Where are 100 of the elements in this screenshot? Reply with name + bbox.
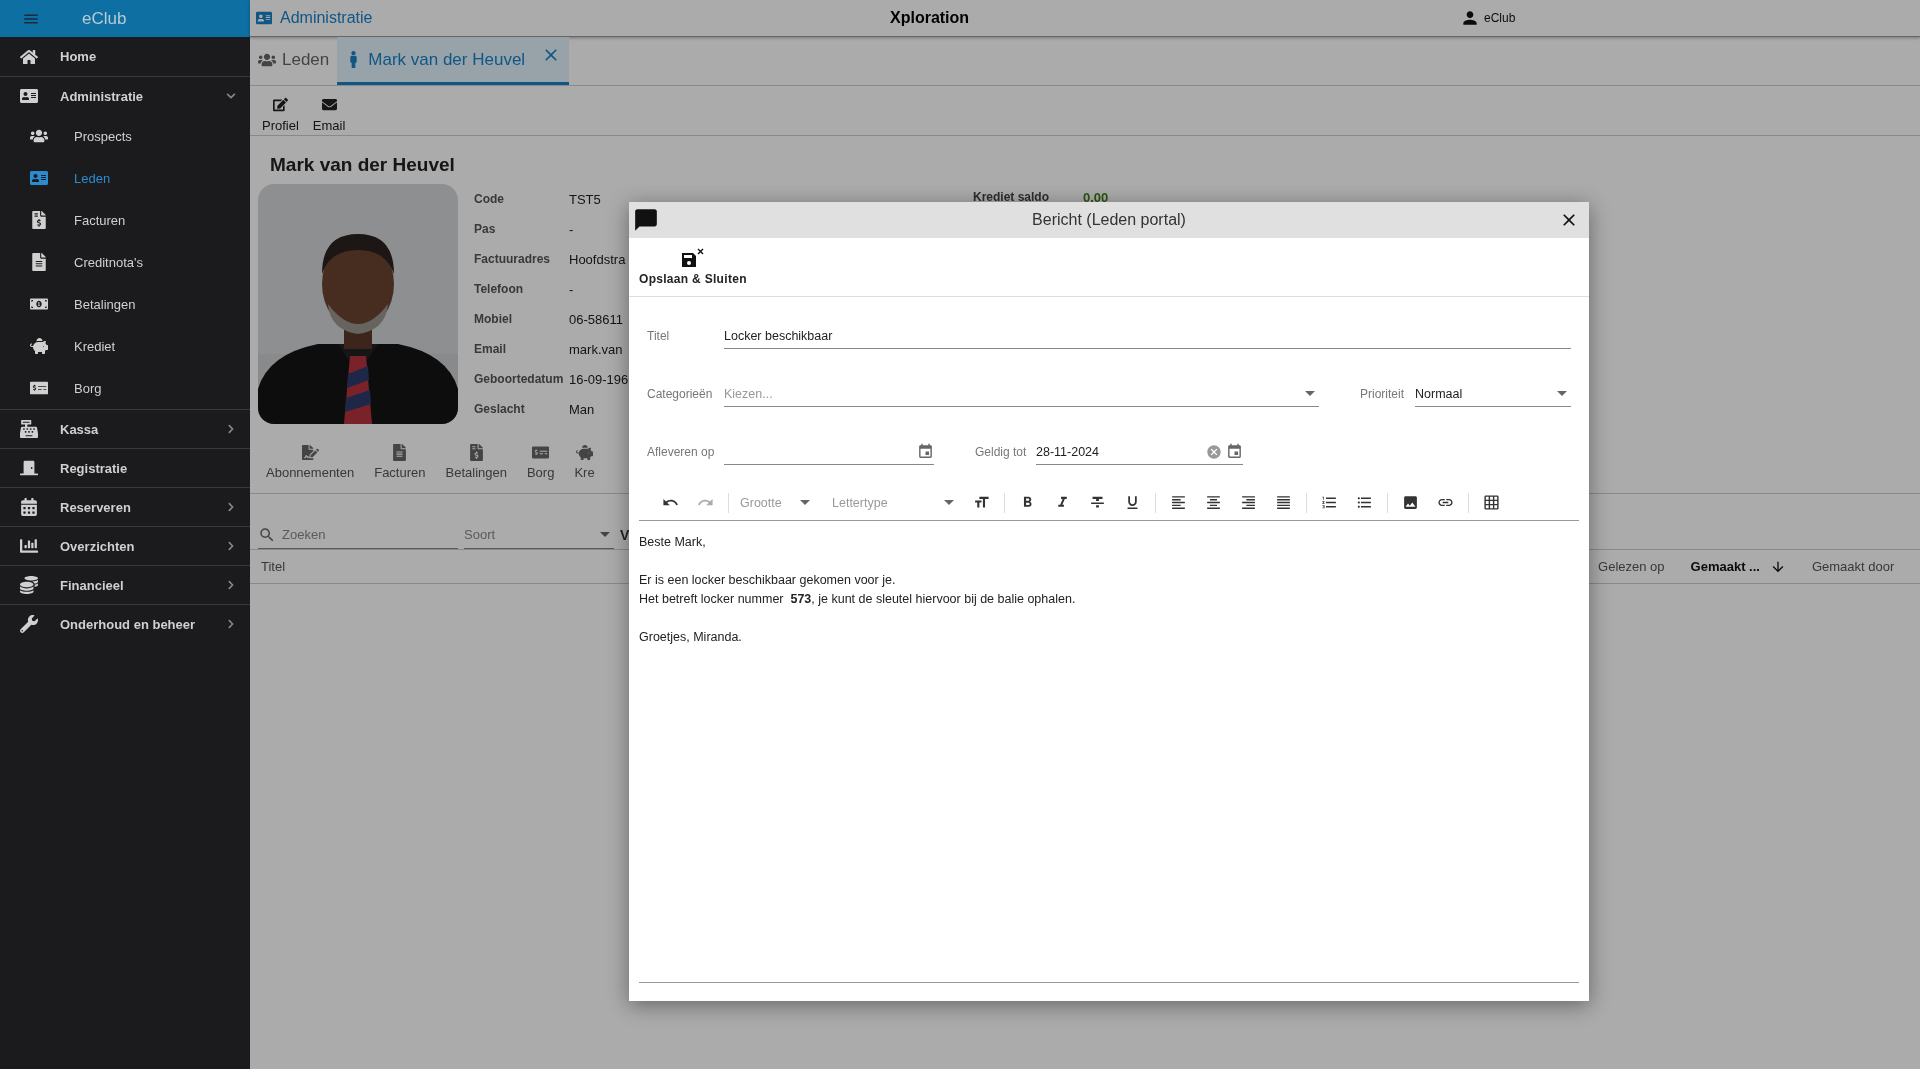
dialog-title: Bericht (Leden portal) [1031, 211, 1187, 229]
invoice-icon [467, 443, 485, 461]
table-icon [1483, 494, 1500, 511]
column-header[interactable]: Gemaakt ... [1690, 558, 1786, 575]
home-icon [20, 47, 38, 66]
sidebar-item[interactable]: Onderhoud en beheer [0, 604, 250, 643]
field-value: mark.van [569, 340, 624, 359]
coins-icon [20, 576, 38, 594]
sidebar-subitem[interactable]: Borg [0, 367, 250, 409]
toolbar-button[interactable]: Email [312, 97, 346, 133]
chat-bubble-icon [633, 207, 659, 233]
door-icon [20, 459, 38, 477]
piggy-bank-icon [30, 337, 48, 355]
message-text: Het betreft locker nummer 573, je kunt de sleutel hiervoor bij de balie ophalen. [639, 591, 1077, 608]
priority-select[interactable]: Normaal [1415, 381, 1571, 407]
sidebar-subitem[interactable]: Krediet [0, 325, 250, 367]
field-label: Prioriteit [1360, 387, 1405, 403]
field-label: Geldig tot [975, 445, 1028, 461]
dropdown-icon [1305, 391, 1315, 396]
column-header[interactable]: Titel [261, 559, 286, 574]
date-field[interactable]: 28-11-2024 [1036, 439, 1243, 465]
toolbar-button[interactable]: Profiel [262, 97, 299, 133]
column-header[interactable]: Gelezen op [1598, 559, 1665, 574]
search-icon [258, 525, 276, 544]
sidebar-item[interactable]: Kassa [0, 409, 250, 448]
field-value: Man [569, 400, 596, 419]
image-icon [1402, 494, 1419, 511]
sidebar-item[interactable]: Reserveren [0, 487, 250, 526]
save-close-button[interactable]: Opslaan & Sluiten [639, 248, 747, 286]
chevron-right-icon [226, 541, 236, 551]
field-label: Mobiel [474, 311, 513, 328]
section-tab[interactable]: Facturen [368, 443, 440, 480]
id-card-icon [20, 87, 38, 105]
field-value: 16-09-196 [569, 370, 630, 389]
credit-label: Krediet saldo [973, 190, 1050, 204]
message-editor[interactable]: Beste Mark, Er is een locker beschikbaar gekomen voor je. Het betreft locker nummer 573, je kunt de sleutel hiervoor bij de balie ophalen. Groetjes, Miranda. [639, 521, 1579, 983]
envelope-icon [321, 97, 337, 112]
bullet-list-icon [1356, 494, 1373, 511]
field-value: Hoofdstra [569, 250, 627, 269]
sidebar-item[interactable]: Overzichten [0, 526, 250, 565]
tab[interactable]: Leden [250, 37, 338, 85]
sidebar-item[interactable]: Administratie [0, 76, 250, 115]
sidebar-item[interactable]: Registratie [0, 448, 250, 487]
piggy-bank-icon [576, 443, 594, 461]
clear-icon[interactable] [1206, 443, 1222, 460]
chevron-right-icon [226, 424, 236, 434]
sidebar-subitem[interactable]: Creditnota's [0, 241, 250, 283]
sidebar-item[interactable]: Financieel [0, 565, 250, 604]
member-name: Mark van der Heuvel [269, 153, 456, 177]
column-header[interactable]: Gemaakt door [1811, 559, 1895, 574]
people-icon [30, 127, 48, 145]
field-value: - [569, 220, 575, 239]
chevron-right-icon [226, 502, 236, 512]
calendar-icon[interactable] [917, 443, 934, 460]
section-tab[interactable]: Betalingen [439, 443, 521, 480]
field-value: - [569, 280, 575, 299]
field-label: Afleveren op [647, 445, 716, 461]
section-tab[interactable]: Abonnementen [260, 443, 369, 480]
dropdown-icon [600, 532, 610, 537]
numbered-list-icon [1321, 494, 1338, 511]
wrench-icon [20, 615, 38, 633]
sidebar-item[interactable]: Home [0, 37, 250, 76]
section-title: Administratie [256, 9, 890, 27]
sidebar-subitem[interactable]: Facturen [0, 199, 250, 241]
justify-icon [1275, 494, 1292, 511]
calendar-icon[interactable] [1226, 443, 1243, 460]
message-text: Beste Mark, [639, 534, 707, 551]
user-menu[interactable]: eClub [1460, 8, 1516, 28]
sidebar-subitem[interactable]: Leden [0, 157, 250, 199]
field-label: Email [474, 341, 507, 358]
invoice-icon [30, 211, 48, 229]
field-label: Factuuradres [474, 251, 552, 268]
field-label: Geboortedatum [474, 371, 565, 388]
credit-value: 0.00 [1083, 189, 1109, 205]
money-icon [30, 379, 48, 397]
edit-icon [272, 97, 288, 112]
message-text: Groetjes, Miranda. [639, 629, 743, 646]
contract-icon [301, 443, 319, 461]
title-field[interactable]: Locker beschikbaar [724, 323, 1571, 349]
field-label: Geslacht [474, 401, 526, 418]
dropdown-icon [1557, 391, 1567, 396]
dropdown-icon [944, 500, 954, 505]
filter-label: V [620, 527, 630, 543]
align-right-icon [1240, 494, 1257, 511]
chevron-right-icon [226, 619, 236, 629]
cash-register-icon [20, 420, 38, 438]
chevron-right-icon [226, 580, 236, 590]
sidebar-subitem[interactable]: Prospects [0, 115, 250, 157]
align-left-icon [1170, 494, 1187, 511]
align-center-icon [1205, 494, 1222, 511]
sidebar-subitem[interactable]: Betalingen [0, 283, 250, 325]
app-name: Xploration [890, 9, 971, 27]
section-tab[interactable]: Borg [520, 443, 569, 480]
section-tab[interactable]: Kre [568, 443, 609, 480]
calendar-icon [20, 498, 38, 516]
field-label: Telefoon [474, 281, 525, 298]
document-icon [30, 253, 48, 271]
message-text: Er is een locker beschikbaar gekomen voor je. [639, 572, 897, 589]
id-card-icon [30, 169, 48, 187]
field-label: Categorieën [647, 387, 714, 403]
